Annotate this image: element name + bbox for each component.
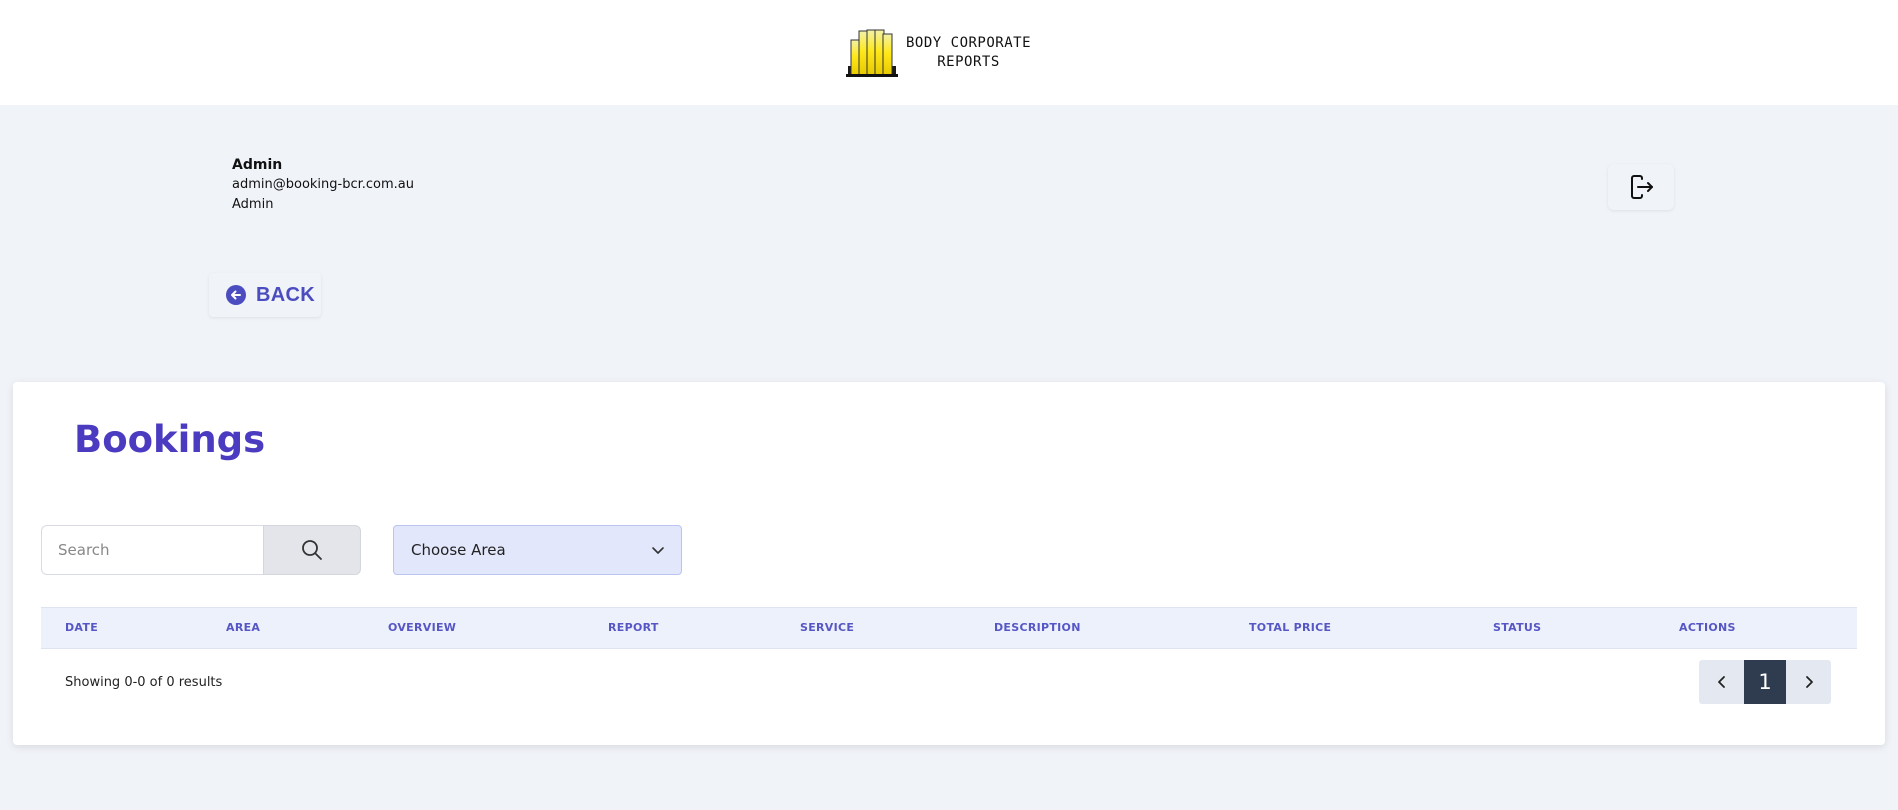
area-select[interactable]: Choose Area: [393, 525, 682, 575]
area-select-value: Choose Area: [411, 541, 506, 559]
column-header-service[interactable]: SERVICE: [800, 621, 854, 634]
user-info: Admin admin@booking-bcr.com.au Admin: [232, 155, 414, 215]
pagination: 1: [1699, 660, 1831, 704]
brand-line-2: REPORTS: [937, 54, 1000, 70]
search-input[interactable]: [41, 525, 263, 575]
building-logo-icon: [846, 29, 898, 77]
user-name: Admin: [232, 157, 283, 173]
column-header-area[interactable]: AREA: [226, 621, 260, 634]
column-header-actions[interactable]: ACTIONS: [1679, 621, 1736, 634]
chevron-right-icon: [1805, 676, 1813, 688]
table-header: DATE AREA OVERVIEW REPORT SERVICE DESCRI…: [41, 607, 1857, 649]
search-button[interactable]: [263, 525, 361, 575]
chevron-left-icon: [1717, 676, 1725, 688]
column-header-report[interactable]: REPORT: [608, 621, 659, 634]
previous-page-button[interactable]: [1699, 660, 1744, 704]
brand-name: BODY CORPORATE REPORTS: [906, 34, 1031, 72]
arrow-left-circle-icon: [226, 285, 246, 305]
bookings-card: Bookings Choose Area DATE AREA OVERVIEW …: [13, 382, 1885, 745]
column-header-date[interactable]: DATE: [65, 621, 98, 634]
user-email: admin@booking-bcr.com.au: [232, 177, 414, 192]
back-label: BACK: [256, 283, 315, 306]
logout-button[interactable]: [1608, 164, 1674, 210]
results-summary: Showing 0-0 of 0 results: [65, 675, 223, 690]
column-header-status[interactable]: STATUS: [1493, 621, 1541, 634]
column-header-total-price[interactable]: TOTAL PRICE: [1249, 621, 1331, 634]
page-title: Bookings: [74, 418, 266, 461]
column-header-description[interactable]: DESCRIPTION: [994, 621, 1081, 634]
next-page-button[interactable]: [1786, 660, 1831, 704]
top-header: BODY CORPORATE REPORTS: [0, 0, 1898, 105]
column-header-overview[interactable]: OVERVIEW: [388, 621, 456, 634]
chevron-down-icon: [652, 547, 664, 554]
back-button[interactable]: BACK: [209, 273, 321, 317]
brand-line-1: BODY CORPORATE: [906, 35, 1032, 51]
logout-icon: [1631, 175, 1653, 199]
brand-logo[interactable]: BODY CORPORATE REPORTS: [846, 28, 1031, 78]
search-bar: [41, 525, 361, 575]
search-icon: [302, 540, 322, 560]
user-role: Admin: [232, 197, 274, 212]
current-page[interactable]: 1: [1744, 660, 1786, 704]
